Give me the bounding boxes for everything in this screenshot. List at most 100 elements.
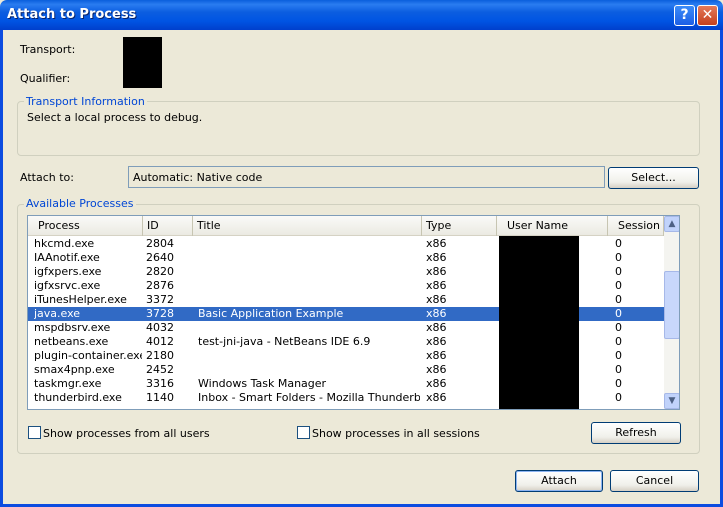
cell-id: 4012: [146, 335, 174, 348]
cell-id: 1140: [146, 391, 174, 404]
cell-type: x86: [426, 321, 447, 334]
cell-session: 0: [615, 251, 622, 264]
column-header-session[interactable]: Session: [608, 216, 664, 236]
cell-session: 0: [615, 377, 622, 390]
transport-information-group: [17, 101, 700, 156]
cell-title: test-jni-java - NetBeans IDE 6.9: [198, 335, 371, 348]
cell-session: 0: [615, 363, 622, 376]
cell-title: [198, 237, 420, 251]
transport-information-text: Select a local process to debug.: [27, 111, 203, 124]
cell-title: [198, 293, 420, 307]
cell-id: 2640: [146, 251, 174, 264]
redacted-transport-values: [123, 37, 162, 88]
cell-process: taskmgr.exe: [34, 377, 102, 390]
redacted-user-names: [499, 236, 579, 409]
cell-session: 0: [615, 391, 622, 404]
cell-type: x86: [426, 237, 447, 250]
cell-process: smax4pnp.exe: [34, 363, 115, 376]
available-processes-legend: Available Processes: [24, 197, 136, 210]
close-icon: ✕: [701, 7, 714, 23]
chevron-down-icon: ▼: [668, 396, 676, 406]
cell-title: [198, 279, 420, 293]
cell-session: 0: [615, 335, 622, 348]
cell-session: 0: [615, 265, 622, 278]
show-all-users-checkbox[interactable]: [28, 426, 41, 439]
cell-process: thunderbird.exe: [34, 391, 122, 404]
process-list-header: Process ID Title Type User Name Session: [28, 216, 664, 236]
cell-id: 2180: [146, 349, 174, 362]
cell-process: netbeans.exe: [34, 335, 109, 348]
cell-process: hkcmd.exe: [34, 237, 95, 250]
cell-process: mspdbsrv.exe: [34, 321, 111, 334]
cell-session: 0: [615, 321, 622, 334]
cell-id: 2452: [146, 363, 174, 376]
cancel-button[interactable]: Cancel: [610, 470, 699, 492]
cell-title: Windows Task Manager: [198, 377, 327, 390]
cell-type: x86: [426, 349, 447, 362]
refresh-button[interactable]: Refresh: [591, 422, 681, 444]
cell-type: x86: [426, 377, 447, 390]
cell-session: 0: [615, 349, 622, 362]
cell-title: Inbox - Smart Folders - Mozilla Thunderb…: [198, 391, 420, 404]
cell-id: 2876: [146, 279, 174, 292]
help-button[interactable]: ?: [674, 5, 695, 26]
select-button-label: Select...: [631, 171, 676, 184]
window-title: Attach to Process: [7, 7, 137, 22]
attach-to-field[interactable]: Automatic: Native code: [128, 166, 605, 188]
cell-session: 0: [615, 279, 622, 292]
cell-process: IAAnotif.exe: [34, 251, 100, 264]
cell-type: x86: [426, 307, 447, 320]
refresh-button-label: Refresh: [615, 426, 657, 439]
cell-process: igfxpers.exe: [34, 265, 102, 278]
column-header-process[interactable]: Process: [28, 216, 143, 236]
cell-process: iTunesHelper.exe: [34, 293, 127, 306]
cell-type: x86: [426, 293, 447, 306]
cell-title: [198, 251, 420, 265]
cell-type: x86: [426, 279, 447, 292]
column-header-user-name[interactable]: User Name: [497, 216, 608, 236]
cell-title: [198, 363, 420, 377]
cell-process: igfxsrvc.exe: [34, 279, 101, 292]
cell-process: plugin-container.exe: [34, 349, 142, 362]
cell-process: java.exe: [34, 307, 81, 320]
cell-id: 4032: [146, 321, 174, 334]
cell-title: [198, 321, 420, 335]
help-icon: ?: [680, 7, 689, 23]
column-header-title[interactable]: Title: [193, 216, 422, 236]
column-header-id[interactable]: ID: [143, 216, 193, 236]
cell-id: 2820: [146, 265, 174, 278]
cell-session: 0: [615, 307, 622, 320]
select-button[interactable]: Select...: [608, 167, 699, 189]
process-list[interactable]: Process ID Title Type User Name Session …: [27, 215, 680, 410]
cell-title: [198, 265, 420, 279]
cell-id: 3728: [146, 307, 174, 320]
cell-id: 3372: [146, 293, 174, 306]
window-frame-left: [0, 30, 3, 507]
cell-session: 0: [615, 293, 622, 306]
scroll-down-button[interactable]: ▼: [664, 393, 679, 409]
show-all-users-label[interactable]: Show processes from all users: [43, 427, 210, 440]
scroll-up-button[interactable]: ▲: [664, 216, 679, 232]
transport-label: Transport:: [20, 43, 76, 56]
attach-to-process-dialog: Attach to Process ? ✕ Transport: Qualifi…: [0, 0, 723, 507]
attach-button[interactable]: Attach: [515, 470, 603, 492]
show-all-sessions-label[interactable]: Show processes in all sessions: [312, 427, 480, 440]
cell-session: 0: [615, 237, 622, 250]
cell-type: x86: [426, 363, 447, 376]
cell-id: 3316: [146, 377, 174, 390]
show-all-sessions-checkbox[interactable]: [297, 426, 310, 439]
column-header-type[interactable]: Type: [422, 216, 497, 236]
qualifier-label: Qualifier:: [20, 72, 71, 85]
cancel-button-label: Cancel: [635, 474, 674, 487]
close-button[interactable]: ✕: [697, 5, 718, 26]
attach-button-label: Attach: [541, 474, 577, 487]
cell-type: x86: [426, 265, 447, 278]
cell-type: x86: [426, 335, 447, 348]
cell-type: x86: [426, 391, 447, 404]
attach-to-value: Automatic: Native code: [133, 171, 263, 184]
process-list-scrollbar[interactable]: ▲ ▼: [664, 216, 679, 409]
title-bar[interactable]: Attach to Process ? ✕: [0, 0, 723, 30]
cell-type: x86: [426, 251, 447, 264]
attach-to-label: Attach to:: [20, 171, 74, 184]
scroll-thumb[interactable]: [664, 271, 679, 339]
